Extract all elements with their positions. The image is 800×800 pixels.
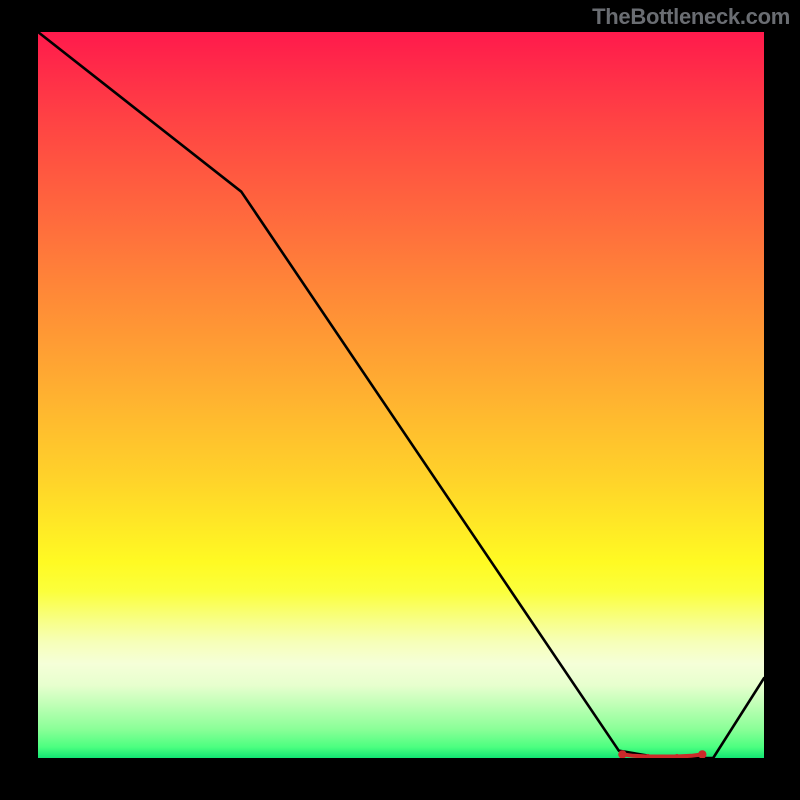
marker-dot [698,750,706,758]
attribution-text: TheBottleneck.com [592,4,790,30]
marker-band-line [622,754,702,756]
chart-frame: TheBottleneck.com [0,0,800,800]
chart-series-curve [38,32,764,758]
chart-marker-band [618,750,706,758]
chart-overlay [38,32,764,758]
plot-area [38,32,764,758]
